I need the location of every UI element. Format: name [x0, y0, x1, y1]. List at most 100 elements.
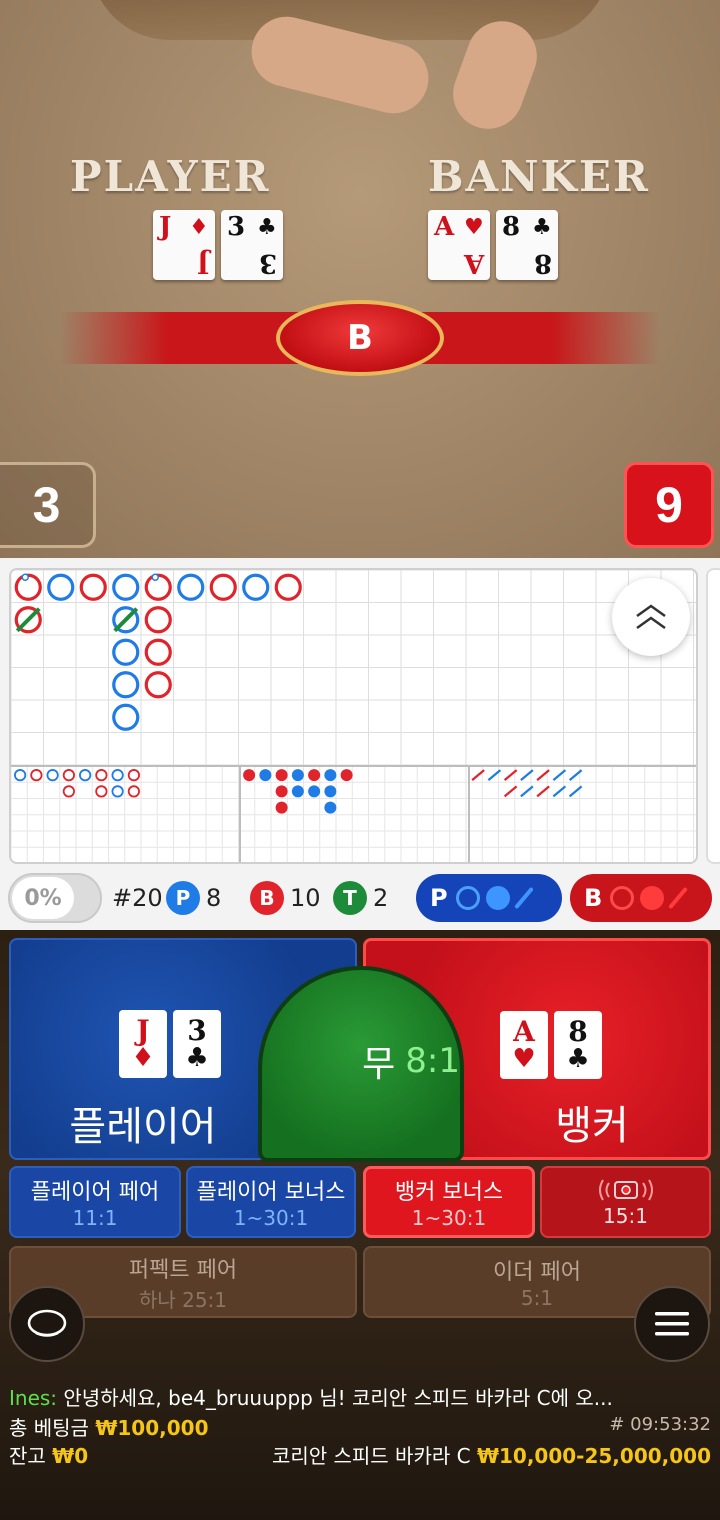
stat-banker: B 10 — [250, 880, 321, 916]
percent-toggle[interactable]: 0% — [8, 873, 102, 923]
percent-toggle-label: 0% — [12, 877, 74, 919]
total-bet-row: 총 베팅금 ₩100,000 — [9, 1412, 208, 1441]
player-badge: P — [166, 881, 200, 915]
predict-player-button[interactable]: P — [416, 874, 562, 922]
stat-rounds: #20 — [112, 880, 163, 916]
bet-player-bonus[interactable]: 플레이어 보너스 1~30:1 — [186, 1166, 356, 1238]
card-rank: 3 — [258, 248, 277, 278]
player-count: 8 — [206, 884, 222, 912]
player-mini-cards: J ♦ 3 ♣ — [119, 1010, 221, 1078]
card-rank: 8 — [568, 1015, 588, 1048]
card-rank: A — [434, 212, 455, 242]
big-eye-mark-B — [95, 769, 108, 782]
chevron-double-up-icon — [636, 604, 666, 630]
tie-bet-label: 무 — [362, 1044, 396, 1085]
tie-badge: T — [333, 881, 367, 915]
player-card-2: 3 ♣ 3 — [221, 210, 283, 280]
big-eye-mark-B — [127, 769, 140, 782]
banker-bet-label: 뱅커 — [555, 1103, 629, 1149]
slash-icon — [513, 886, 534, 910]
bet-super-six[interactable]: 15:1 — [540, 1166, 711, 1238]
chat-text: 안녕하세요, be4_bruuuppp 님! 코리안 스피드 바카라 C에 오.… — [57, 1386, 613, 1410]
dot-icon — [640, 886, 665, 910]
roadmap-grid[interactable] — [9, 568, 698, 864]
card-rank: A — [463, 248, 484, 278]
small-road-mark-B — [308, 769, 321, 782]
banker-card-1: A ♥ A — [428, 210, 490, 280]
roadmap-panel — [0, 558, 720, 868]
mini-card: A ♥ — [500, 1011, 548, 1079]
chat-bubble-icon — [27, 1309, 67, 1337]
big-eye-mark-P — [14, 769, 27, 782]
heart-suit-icon: ♥ — [464, 214, 484, 240]
big-road-mark-B — [274, 573, 302, 601]
big-eye-mark-B — [62, 769, 75, 782]
small-road-mark-B — [275, 801, 288, 814]
small-road-mark-P — [308, 785, 321, 798]
heart-suit-icon: ♥ — [512, 1044, 536, 1074]
ring-icon — [610, 886, 635, 910]
roadmap-svg — [11, 570, 696, 862]
round-count: #20 — [112, 884, 163, 912]
small-road-mark-P — [291, 769, 304, 782]
big-road-mark-B — [79, 573, 107, 601]
table-banker-label: BANKER — [428, 152, 650, 201]
banker-bonus-odds: 1~30:1 — [411, 1206, 487, 1230]
big-road-mark-P — [177, 573, 205, 601]
big-road-mark-B — [144, 606, 172, 634]
small-road-mark-P — [324, 801, 337, 814]
tie-count: 2 — [373, 884, 389, 912]
total-bet-label: 총 베팅금 — [9, 1416, 89, 1440]
tie-payout: 8:1 — [405, 1041, 460, 1081]
small-road-mark-B — [243, 769, 256, 782]
big-eye-mark-B — [30, 769, 43, 782]
banker-badge: B — [250, 881, 284, 915]
small-road-mark-P — [324, 769, 337, 782]
super-six-icon — [598, 1179, 653, 1201]
predict-banker-label: B — [584, 884, 603, 912]
mini-card: 8 ♣ — [554, 1011, 602, 1079]
mini-card: J ♦ — [119, 1010, 167, 1078]
big-road-mark-P — [112, 573, 140, 601]
stats-bar: 0% #20 P 8 B 10 T 2 P B — [0, 868, 720, 930]
card-rank: 3 — [187, 1014, 207, 1047]
ring-icon — [455, 886, 480, 910]
balance-row: 잔고 ₩0 — [9, 1440, 88, 1469]
big-eye-mark-B — [127, 785, 140, 798]
diamond-suit-icon: ♦ — [189, 214, 209, 240]
big-road-mark-P — [112, 638, 140, 666]
banker-mini-cards: A ♥ 8 ♣ — [500, 1011, 602, 1079]
club-suit-icon: ♣ — [532, 214, 552, 240]
menu-button[interactable] — [634, 1286, 710, 1362]
banker-card-2: 8 ♣ 8 — [496, 210, 558, 280]
card-rank: J — [159, 212, 172, 242]
chat-button[interactable] — [9, 1286, 85, 1362]
betting-area: J ♦ 3 ♣ 플레이어 A ♥ 8 ♣ 뱅커 무 8:1 플레이어 페어 11… — [0, 930, 720, 1520]
next-roadmap-peek[interactable] — [706, 568, 720, 864]
chat-message[interactable]: Ines: 안녕하세요, be4_bruuuppp 님! 코리안 스피드 바카라… — [9, 1382, 613, 1411]
player-score: 3 — [0, 462, 96, 548]
super-six-odds: 15:1 — [603, 1204, 648, 1228]
small-road-mark-B — [340, 769, 353, 782]
winner-badge: B — [276, 300, 444, 376]
live-video-feed: PLAYER BANKER J ♦ J 3 ♣ 3 A ♥ A 8 ♣ 8 B … — [0, 0, 720, 558]
bet-banker-bonus[interactable]: 뱅커 보너스 1~30:1 — [363, 1166, 535, 1238]
balance-value: ₩0 — [52, 1444, 89, 1468]
big-road-mark-B — [144, 671, 172, 699]
card-rank: 8 — [502, 212, 521, 242]
big-road-mark-P — [112, 703, 140, 731]
expand-roadmap-button[interactable] — [612, 578, 690, 656]
bet-spot-tie[interactable]: 무 8:1 — [258, 966, 464, 1162]
small-road-mark-B — [275, 769, 288, 782]
diamond-suit-icon: ♦ — [131, 1043, 155, 1073]
big-road-mark-B — [144, 638, 172, 666]
small-road-mark-P — [291, 785, 304, 798]
table-limits: ₩10,000-25,000,000 — [476, 1444, 711, 1468]
bet-player-pair[interactable]: 플레이어 페어 11:1 — [9, 1166, 181, 1238]
big-eye-mark-P — [79, 769, 92, 782]
predict-banker-button[interactable]: B — [570, 874, 712, 922]
table-info: 코리안 스피드 바카라 C ₩10,000-25,000,000 — [272, 1440, 711, 1469]
hamburger-menu-icon — [655, 1312, 689, 1336]
card-rank: J — [136, 1014, 150, 1047]
player-pair-label: 플레이어 페어 — [30, 1180, 160, 1205]
